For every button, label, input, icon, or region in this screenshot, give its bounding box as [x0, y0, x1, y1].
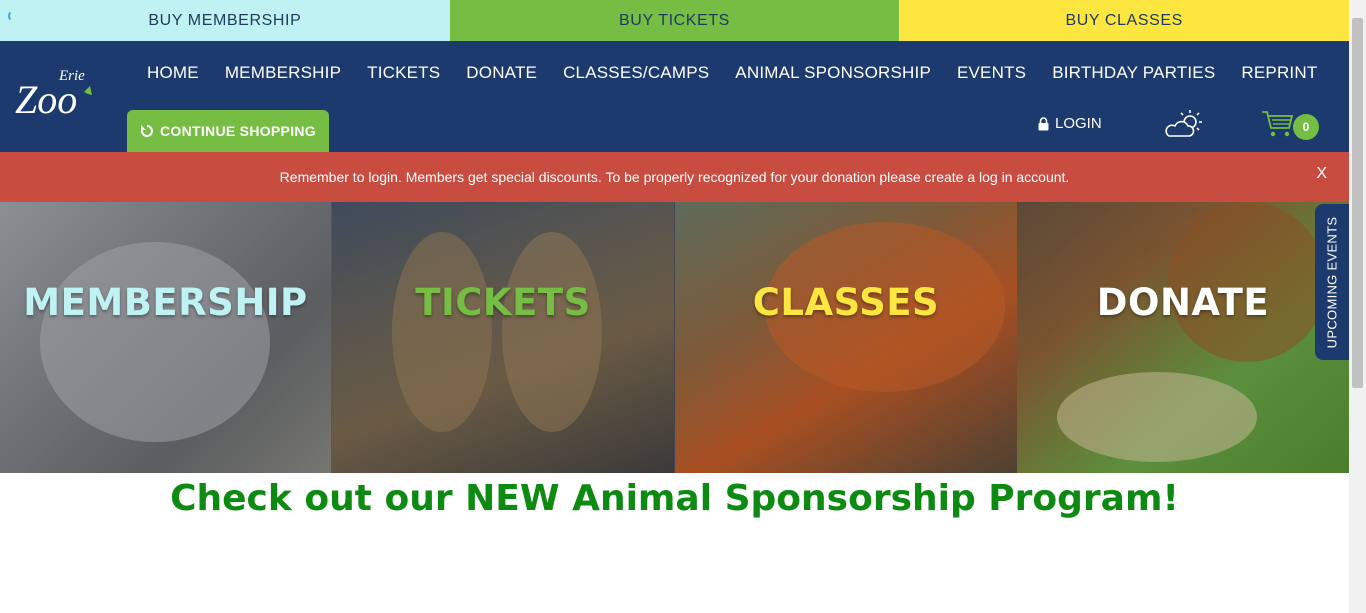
alert-message: Remember to login. Members get special d…	[279, 169, 1070, 185]
feature-tiles: MEMBERSHIP TICKETS CLASSES DONATE	[0, 202, 1349, 473]
login-reminder-alert: Remember to login. Members get special d…	[0, 152, 1349, 202]
continue-shopping-label: CONTINUE SHOPPING	[159, 123, 316, 139]
nav-classes-camps[interactable]: CLASSES/CAMPS	[550, 63, 722, 83]
nav-membership[interactable]: MEMBERSHIP	[212, 63, 354, 83]
partly-cloudy-weather-icon[interactable]	[1163, 109, 1205, 139]
tile-donate-title: DONATE	[1096, 281, 1270, 324]
loading-spinner-icon	[8, 10, 20, 22]
tile-classes[interactable]: CLASSES	[675, 202, 1017, 473]
tile-classes-title: CLASSES	[752, 281, 940, 324]
shopping-cart-icon[interactable]	[1261, 109, 1295, 139]
buy-tickets-link[interactable]: BUY TICKETS	[449, 0, 900, 41]
erie-zoo-logo[interactable]: Erie Zoo	[14, 65, 100, 117]
blanket-photo-shape	[1057, 372, 1257, 462]
nav-reprint[interactable]: REPRINT	[1228, 63, 1330, 83]
refresh-icon	[140, 125, 153, 137]
promo-headline: Check out our NEW Animal Sponsorship Pro…	[170, 478, 1179, 519]
tile-tickets[interactable]: TICKETS	[332, 202, 675, 473]
alert-close-button[interactable]: X	[1316, 165, 1327, 183]
buy-classes-link[interactable]: BUY CLASSES	[899, 0, 1350, 41]
login-label: LOGIN	[1055, 115, 1102, 132]
top-purchase-bar: BUY MEMBERSHIP BUY TICKETS BUY CLASSES	[0, 0, 1350, 41]
nav-events[interactable]: EVENTS	[944, 63, 1039, 83]
page: BUY MEMBERSHIP BUY TICKETS BUY CLASSES E…	[0, 0, 1366, 613]
buy-membership-link[interactable]: BUY MEMBERSHIP	[0, 0, 450, 41]
nav-home[interactable]: HOME	[134, 63, 212, 83]
vertical-scrollbar[interactable]	[1349, 0, 1366, 613]
meerkat-photo-shape-2	[502, 232, 602, 432]
site-header: Erie Zoo HOME MEMBERSHIP TICKETS DONATE …	[0, 41, 1349, 152]
lock-icon	[1038, 116, 1049, 130]
logo-zoo-text: Zoo	[15, 77, 77, 117]
nav-donate[interactable]: DONATE	[453, 63, 550, 83]
meerkat-photo-shape	[392, 232, 492, 432]
tile-donate[interactable]: DONATE	[1017, 202, 1349, 473]
nav-birthday-parties[interactable]: BIRTHDAY PARTIES	[1039, 63, 1228, 83]
leaf-icon	[84, 86, 92, 95]
upcoming-events-tab[interactable]: UPCOMING EVENTS	[1315, 204, 1349, 360]
scrollbar-thumb[interactable]	[1352, 18, 1363, 388]
cart-count-badge: 0	[1293, 114, 1319, 140]
tile-membership[interactable]: MEMBERSHIP	[0, 202, 332, 473]
upcoming-events-label: UPCOMING EVENTS	[1324, 216, 1340, 348]
tile-tickets-title: TICKETS	[415, 281, 591, 324]
continue-shopping-button[interactable]: CONTINUE SHOPPING	[127, 110, 329, 152]
nav-tickets[interactable]: TICKETS	[354, 63, 453, 83]
login-link[interactable]: LOGIN	[1038, 115, 1102, 132]
nav-animal-sponsorship[interactable]: ANIMAL SPONSORSHIP	[722, 63, 944, 83]
tile-membership-title: MEMBERSHIP	[23, 281, 308, 324]
main-navigation: HOME MEMBERSHIP TICKETS DONATE CLASSES/C…	[134, 63, 1330, 83]
rhino-photo-shape	[40, 242, 270, 442]
